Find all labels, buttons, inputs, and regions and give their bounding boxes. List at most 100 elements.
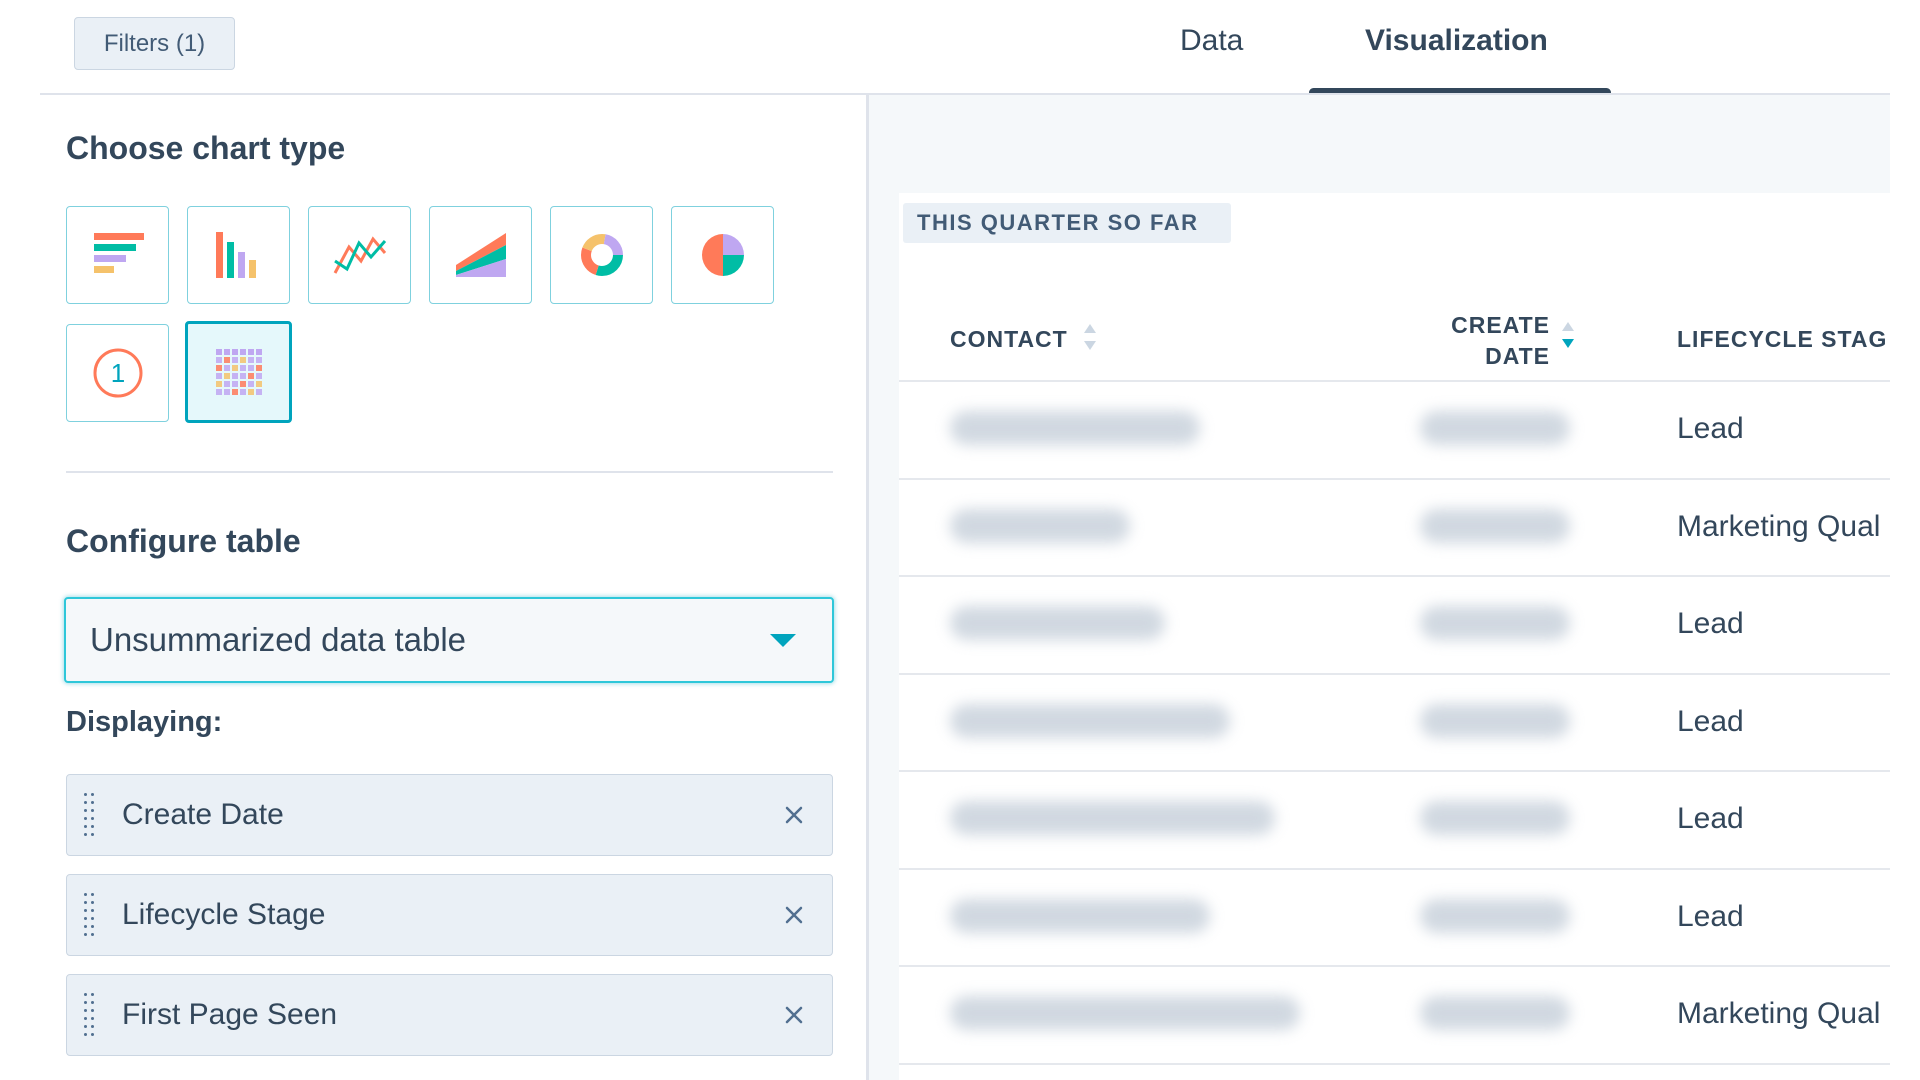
chart-type-pie[interactable] [671, 206, 774, 304]
redacted-create-date [1420, 606, 1570, 640]
chart-type-table[interactable] [185, 321, 292, 423]
drag-dot [84, 817, 87, 820]
field-item-create-date[interactable]: Create Date [66, 774, 833, 856]
lifecycle-stage-cell: Lead [1677, 704, 1744, 738]
redacted-create-date [1420, 996, 1570, 1030]
drag-dot [91, 825, 94, 828]
sort-icon[interactable] [1082, 322, 1098, 352]
row-divider [899, 575, 1890, 577]
redacted-contact[interactable] [950, 996, 1300, 1030]
top-bar: Filters (1) Data Visualization [0, 0, 1920, 97]
lifecycle-stage-cell: Lead [1677, 802, 1744, 835]
table-header-divider [899, 380, 1890, 382]
drag-dot [84, 825, 87, 828]
drag-dot [84, 901, 87, 904]
drag-handle-icon[interactable] [84, 793, 96, 839]
chart-type-vertical-bar[interactable] [187, 206, 290, 304]
configure-table-title: Configure table [66, 523, 301, 559]
drag-dot [84, 793, 87, 796]
drag-dot [91, 809, 94, 812]
chart-type-area[interactable] [429, 206, 532, 304]
summary-number-icon: 1 [93, 348, 142, 398]
redacted-contact[interactable] [950, 508, 1130, 543]
row-divider [899, 477, 1890, 480]
drag-dot [91, 901, 94, 904]
drag-dot [91, 833, 94, 836]
column-header-line: CREATE [1451, 312, 1550, 338]
drag-dot [84, 801, 87, 804]
summary-number-label: 1 [110, 358, 124, 388]
vertical-bar-chart-icon [215, 232, 256, 278]
lifecycle-stage-cell: Marketing Qual [1677, 997, 1881, 1030]
redacted-contact[interactable] [950, 703, 1230, 738]
drag-dot [84, 893, 87, 896]
column-header-contact[interactable]: CONTACT [950, 326, 1068, 353]
drag-dot [84, 1025, 87, 1028]
drag-dot [84, 993, 87, 996]
drag-dot [84, 925, 87, 928]
chart-type-line[interactable] [308, 206, 411, 304]
drag-handle-icon[interactable] [84, 993, 96, 1039]
drag-dot [91, 909, 94, 912]
field-label: First Page Seen [122, 998, 338, 1031]
line-chart-icon [333, 236, 386, 274]
drag-dot [91, 801, 94, 804]
area-chart-icon [455, 233, 506, 277]
drag-dot [84, 917, 87, 920]
drag-dot [91, 933, 94, 936]
drag-dot [91, 1033, 94, 1036]
redacted-create-date [1420, 703, 1570, 738]
drag-dot [84, 1009, 87, 1012]
field-item-lifecycle-stage[interactable]: Lifecycle Stage [66, 874, 833, 956]
row-divider [899, 867, 1890, 870]
drag-dot [91, 793, 94, 796]
data-table-icon [215, 349, 262, 395]
chart-type-summary[interactable]: 1 [66, 324, 169, 422]
horizontal-bar-chart-icon [93, 233, 144, 273]
field-label: Lifecycle Stage [122, 898, 326, 931]
drag-handle-icon[interactable] [84, 893, 96, 939]
drag-dot [84, 1001, 87, 1004]
close-icon[interactable] [780, 1001, 808, 1029]
chart-type-horizontal-bar[interactable] [66, 206, 169, 304]
caret-down-icon [770, 634, 796, 647]
column-header-create-date[interactable]: CREATE DATE [1420, 310, 1550, 372]
period-badge: THIS QUARTER SO FAR [903, 203, 1231, 243]
column-header-lifecycle-stage[interactable]: LIFECYCLE STAG [1677, 326, 1887, 353]
drag-dot [84, 833, 87, 836]
chart-type-donut[interactable] [550, 206, 653, 304]
drag-dot [91, 993, 94, 996]
lifecycle-stage-cell: Lead [1677, 607, 1744, 640]
row-divider [899, 1062, 1890, 1065]
drag-dot [84, 909, 87, 912]
tab-visualization[interactable]: Visualization [1365, 24, 1548, 58]
drag-dot [91, 893, 94, 896]
lifecycle-stage-cell: Marketing Qual [1677, 509, 1881, 543]
lifecycle-stage-cell: Lead [1677, 899, 1744, 933]
redacted-contact[interactable] [950, 411, 1200, 445]
field-item-first-page-seen[interactable]: First Page Seen [66, 974, 833, 1056]
close-icon[interactable] [780, 901, 808, 929]
row-divider [899, 672, 1890, 675]
drag-dot [91, 925, 94, 928]
drag-dot [84, 1017, 87, 1020]
lifecycle-stage-cell: Lead [1677, 412, 1744, 445]
section-divider [66, 471, 833, 473]
redacted-create-date [1420, 411, 1570, 445]
column-header-line: DATE [1485, 343, 1550, 369]
sort-descending-icon[interactable] [1560, 320, 1576, 350]
pie-chart-icon [701, 234, 744, 276]
chart-type-title: Choose chart type [66, 130, 346, 166]
filters-button[interactable]: Filters (1) [74, 17, 235, 70]
redacted-contact[interactable] [950, 606, 1165, 640]
redacted-contact[interactable] [950, 898, 1210, 933]
row-divider [899, 770, 1890, 772]
displaying-label: Displaying: [66, 706, 223, 738]
table-type-select[interactable]: Unsummarized data table [64, 597, 834, 683]
table-type-value: Unsummarized data table [90, 621, 467, 658]
drag-dot [91, 917, 94, 920]
tab-data[interactable]: Data [1180, 24, 1243, 58]
redacted-contact[interactable] [950, 801, 1275, 835]
close-icon[interactable] [780, 801, 808, 829]
drag-dot [84, 933, 87, 936]
